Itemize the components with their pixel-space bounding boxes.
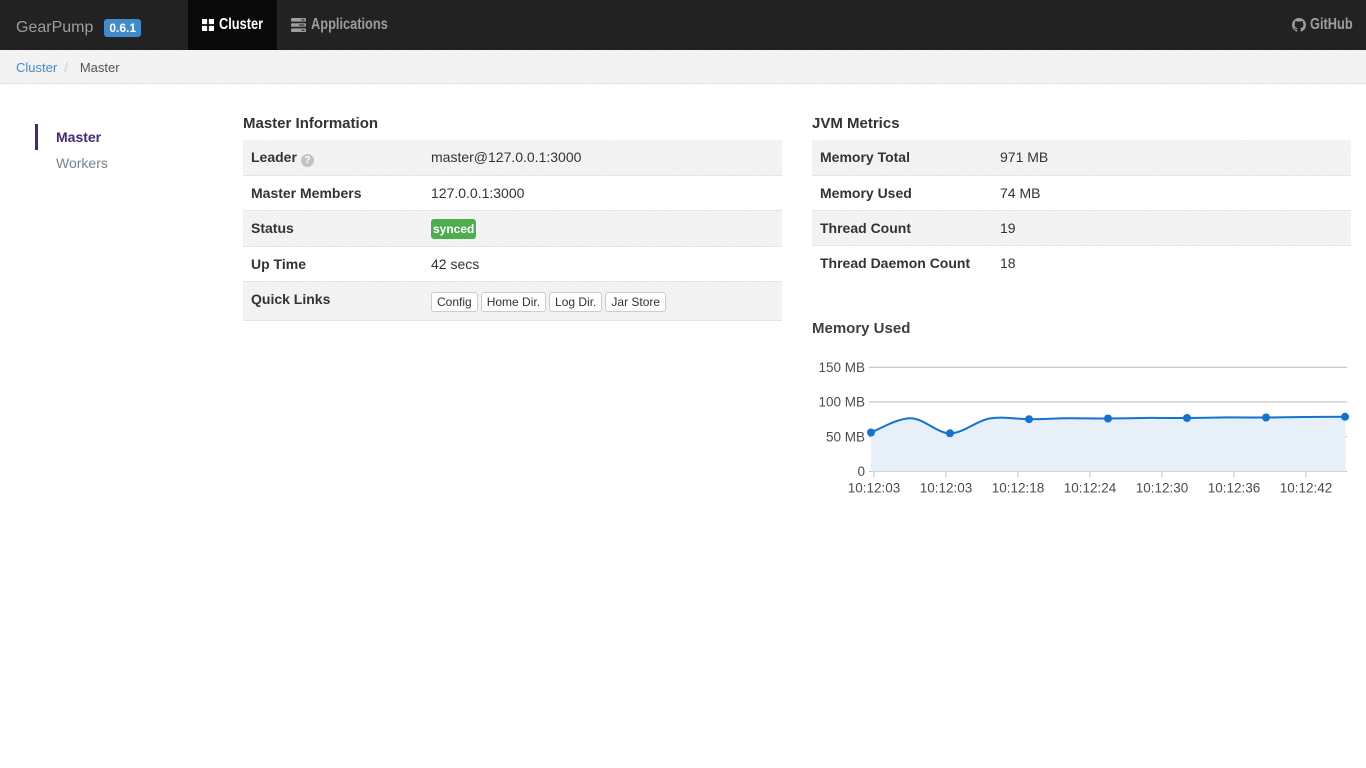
svg-text:0: 0 [857, 464, 865, 479]
svg-text:10:12:36: 10:12:36 [1208, 481, 1261, 496]
svg-text:100 MB: 100 MB [818, 395, 865, 410]
svg-text:150 MB: 150 MB [818, 360, 865, 375]
svg-text:10:12:03: 10:12:03 [848, 481, 901, 496]
svg-text:10:12:03: 10:12:03 [920, 481, 973, 496]
svg-text:10:12:18: 10:12:18 [992, 481, 1045, 496]
svg-text:10:12:30: 10:12:30 [1136, 481, 1189, 496]
svg-text:10:12:24: 10:12:24 [1064, 481, 1117, 496]
svg-text:10:12:42: 10:12:42 [1280, 481, 1333, 496]
svg-text:50 MB: 50 MB [826, 430, 865, 445]
